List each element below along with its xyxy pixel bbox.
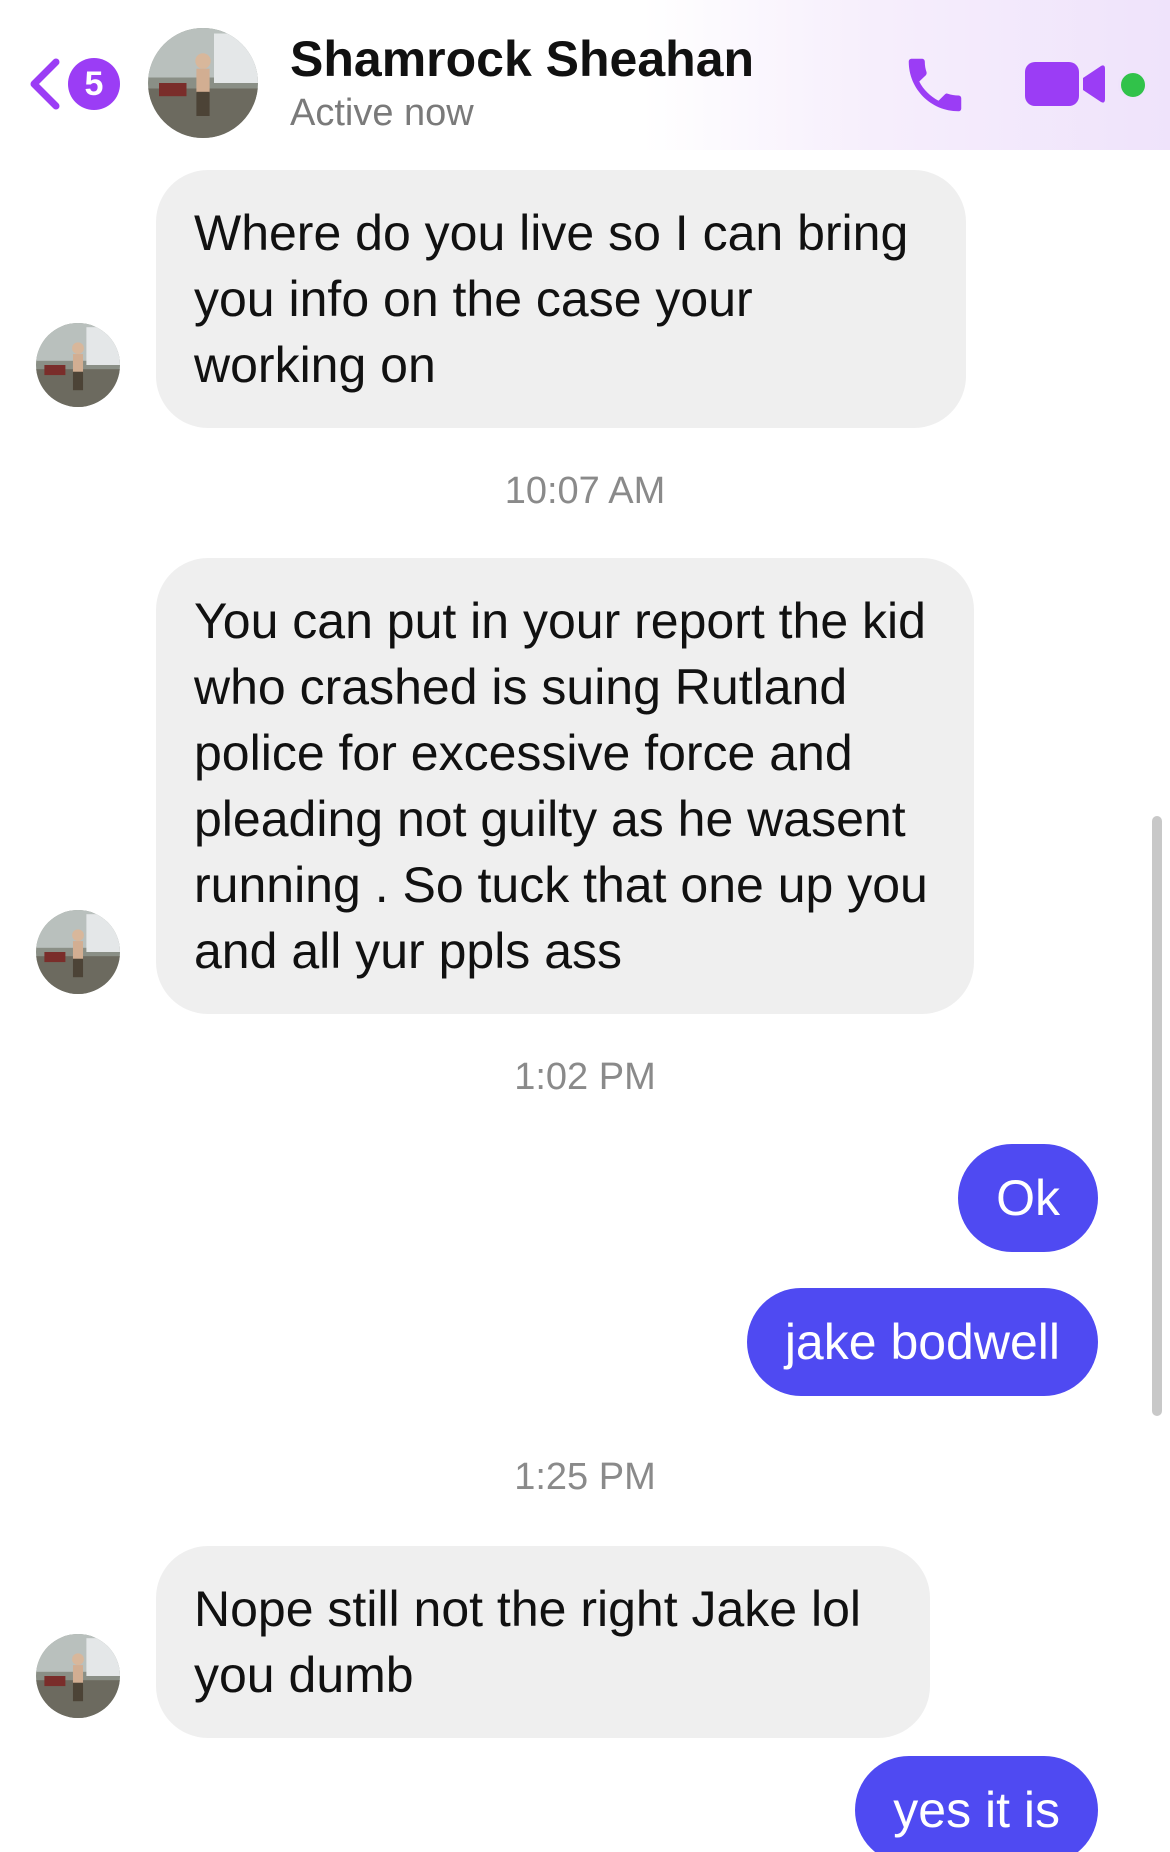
contact-avatar[interactable] xyxy=(148,28,258,138)
outgoing-message-bubble[interactable]: yes it is xyxy=(855,1756,1098,1852)
avatar-photo-icon xyxy=(36,1634,120,1718)
online-status-dot xyxy=(1118,70,1148,100)
sender-avatar[interactable] xyxy=(36,1634,120,1718)
unread-count-badge: 5 xyxy=(68,58,120,110)
avatar-photo-icon xyxy=(36,323,120,407)
scrollbar[interactable] xyxy=(1152,816,1162,1416)
back-button[interactable]: 5 xyxy=(24,48,124,120)
incoming-message-bubble[interactable]: Where do you live so I can bring you inf… xyxy=(156,170,966,428)
contact-status: Active now xyxy=(290,92,474,134)
sender-avatar[interactable] xyxy=(36,910,120,994)
message-timestamp: 1:02 PM xyxy=(514,1056,656,1098)
incoming-message-bubble[interactable]: You can put in your report the kid who c… xyxy=(156,558,974,1014)
chevron-left-icon xyxy=(30,58,60,110)
message-timestamp: 1:25 PM xyxy=(514,1456,656,1498)
video-camera-icon[interactable] xyxy=(1025,58,1107,110)
sender-avatar[interactable] xyxy=(36,323,120,407)
chat-header: 5 Shamrock Sheahan Active now xyxy=(0,0,1170,150)
avatar-photo-icon xyxy=(36,910,120,994)
avatar-photo-icon xyxy=(148,28,258,138)
outgoing-message-bubble[interactable]: jake bodwell xyxy=(746,1288,1098,1396)
message-timestamp: 10:07 AM xyxy=(504,470,666,512)
contact-name[interactable]: Shamrock Sheahan xyxy=(290,30,754,88)
phone-icon[interactable] xyxy=(900,50,970,120)
incoming-message-bubble[interactable]: Nope still not the right Jake lol you du… xyxy=(156,1546,930,1738)
messenger-chat-screen: 5 Shamrock Sheahan Active now Where do y… xyxy=(0,0,1170,1852)
outgoing-message-bubble[interactable]: Ok xyxy=(958,1144,1098,1252)
